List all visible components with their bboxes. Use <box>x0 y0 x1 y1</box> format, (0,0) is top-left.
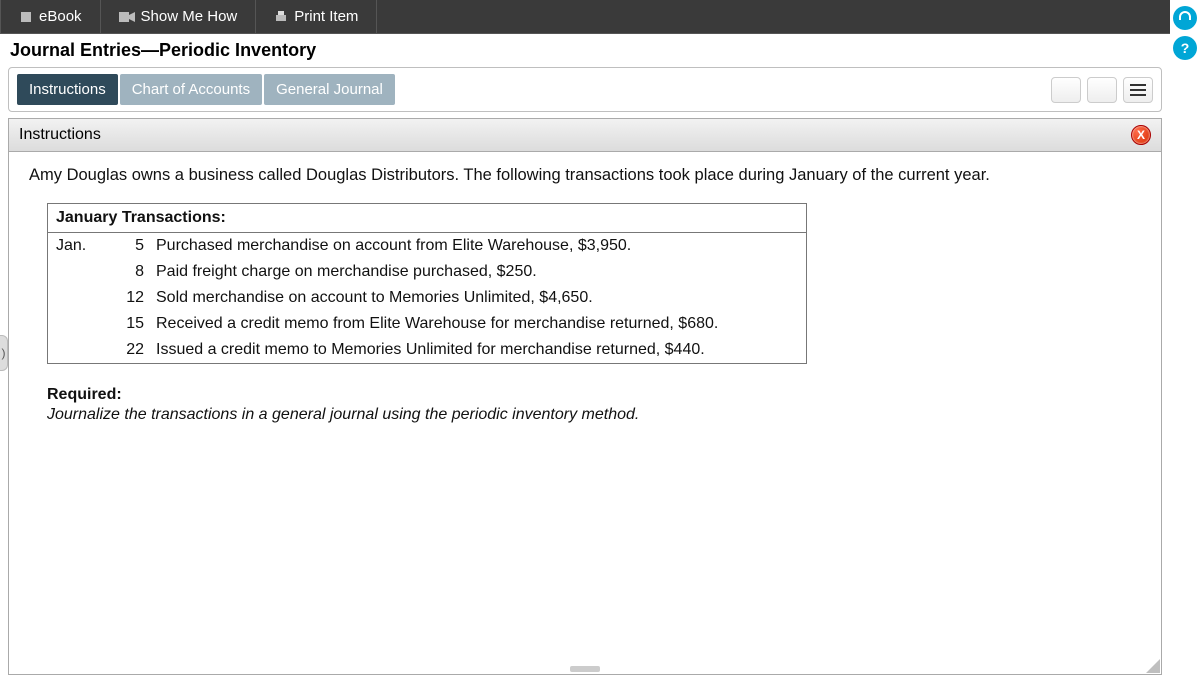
video-icon <box>119 11 135 23</box>
day-cell: 5 <box>116 235 156 257</box>
table-row: 22 Issued a credit memo to Memories Unli… <box>48 337 806 363</box>
tab-container: Instructions Chart of Accounts General J… <box>8 67 1162 112</box>
required-label: Required: <box>47 386 1141 404</box>
tab-general-journal[interactable]: General Journal <box>264 74 395 105</box>
toolbar-next-button[interactable] <box>1087 77 1117 103</box>
table-row: Jan. 5 Purchased merchandise on account … <box>48 233 806 259</box>
book-icon <box>19 10 33 24</box>
resize-handle-bottom[interactable] <box>570 666 600 672</box>
desc-cell: Sold merchandise on account to Memories … <box>156 287 798 309</box>
table-row: 15 Received a credit memo from Elite War… <box>48 311 806 337</box>
day-cell: 8 <box>116 261 156 283</box>
day-cell: 15 <box>116 313 156 335</box>
resize-handle-corner[interactable] <box>1146 659 1160 673</box>
instructions-panel-header: Instructions X <box>9 119 1161 152</box>
show-me-how-label: Show Me How <box>141 8 238 25</box>
print-item-button[interactable]: Print Item <box>256 0 377 33</box>
required-block: Required: Journalize the transactions in… <box>47 386 1141 424</box>
instructions-intro: Amy Douglas owns a business called Dougl… <box>29 166 1141 185</box>
desc-cell: Issued a credit memo to Memories Unlimit… <box>156 339 798 361</box>
right-sidebar: ? <box>1170 0 1200 681</box>
instructions-panel: Instructions X Amy Douglas owns a busine… <box>8 118 1162 675</box>
month-cell: Jan. <box>56 235 116 257</box>
required-text: Journalize the transactions in a general… <box>47 406 1141 424</box>
tab-instructions[interactable]: Instructions <box>17 74 118 105</box>
top-toolbar: eBook Show Me How Print Item <box>0 0 1170 34</box>
toolbar-prev-button[interactable] <box>1051 77 1081 103</box>
page-title-bar: Journal Entries—Periodic Inventory <box>0 34 1170 65</box>
left-drawer-handle[interactable]: ) <box>0 335 8 371</box>
day-cell: 22 <box>116 339 156 361</box>
page-title: Journal Entries—Periodic Inventory <box>10 40 1156 61</box>
help-icon[interactable]: ? <box>1173 36 1197 60</box>
support-icon[interactable] <box>1173 6 1197 30</box>
tab-chart-of-accounts[interactable]: Chart of Accounts <box>120 74 262 105</box>
ebook-button[interactable]: eBook <box>0 0 101 33</box>
print-item-label: Print Item <box>294 8 358 25</box>
day-cell: 12 <box>116 287 156 309</box>
print-icon <box>274 10 288 24</box>
desc-cell: Paid freight charge on merchandise purch… <box>156 261 798 283</box>
table-row: 12 Sold merchandise on account to Memori… <box>48 285 806 311</box>
instructions-panel-title: Instructions <box>19 126 101 144</box>
close-icon[interactable]: X <box>1131 125 1151 145</box>
transactions-table: January Transactions: Jan. 5 Purchased m… <box>47 203 807 364</box>
transactions-header: January Transactions: <box>48 204 806 233</box>
desc-cell: Purchased merchandise on account from El… <box>156 235 798 257</box>
table-row: 8 Paid freight charge on merchandise pur… <box>48 259 806 285</box>
ebook-label: eBook <box>39 8 82 25</box>
toolbar-menu-button[interactable] <box>1123 77 1153 103</box>
desc-cell: Received a credit memo from Elite Wareho… <box>156 313 798 335</box>
instructions-body: Amy Douglas owns a business called Dougl… <box>9 152 1161 674</box>
show-me-how-button[interactable]: Show Me How <box>101 0 257 33</box>
